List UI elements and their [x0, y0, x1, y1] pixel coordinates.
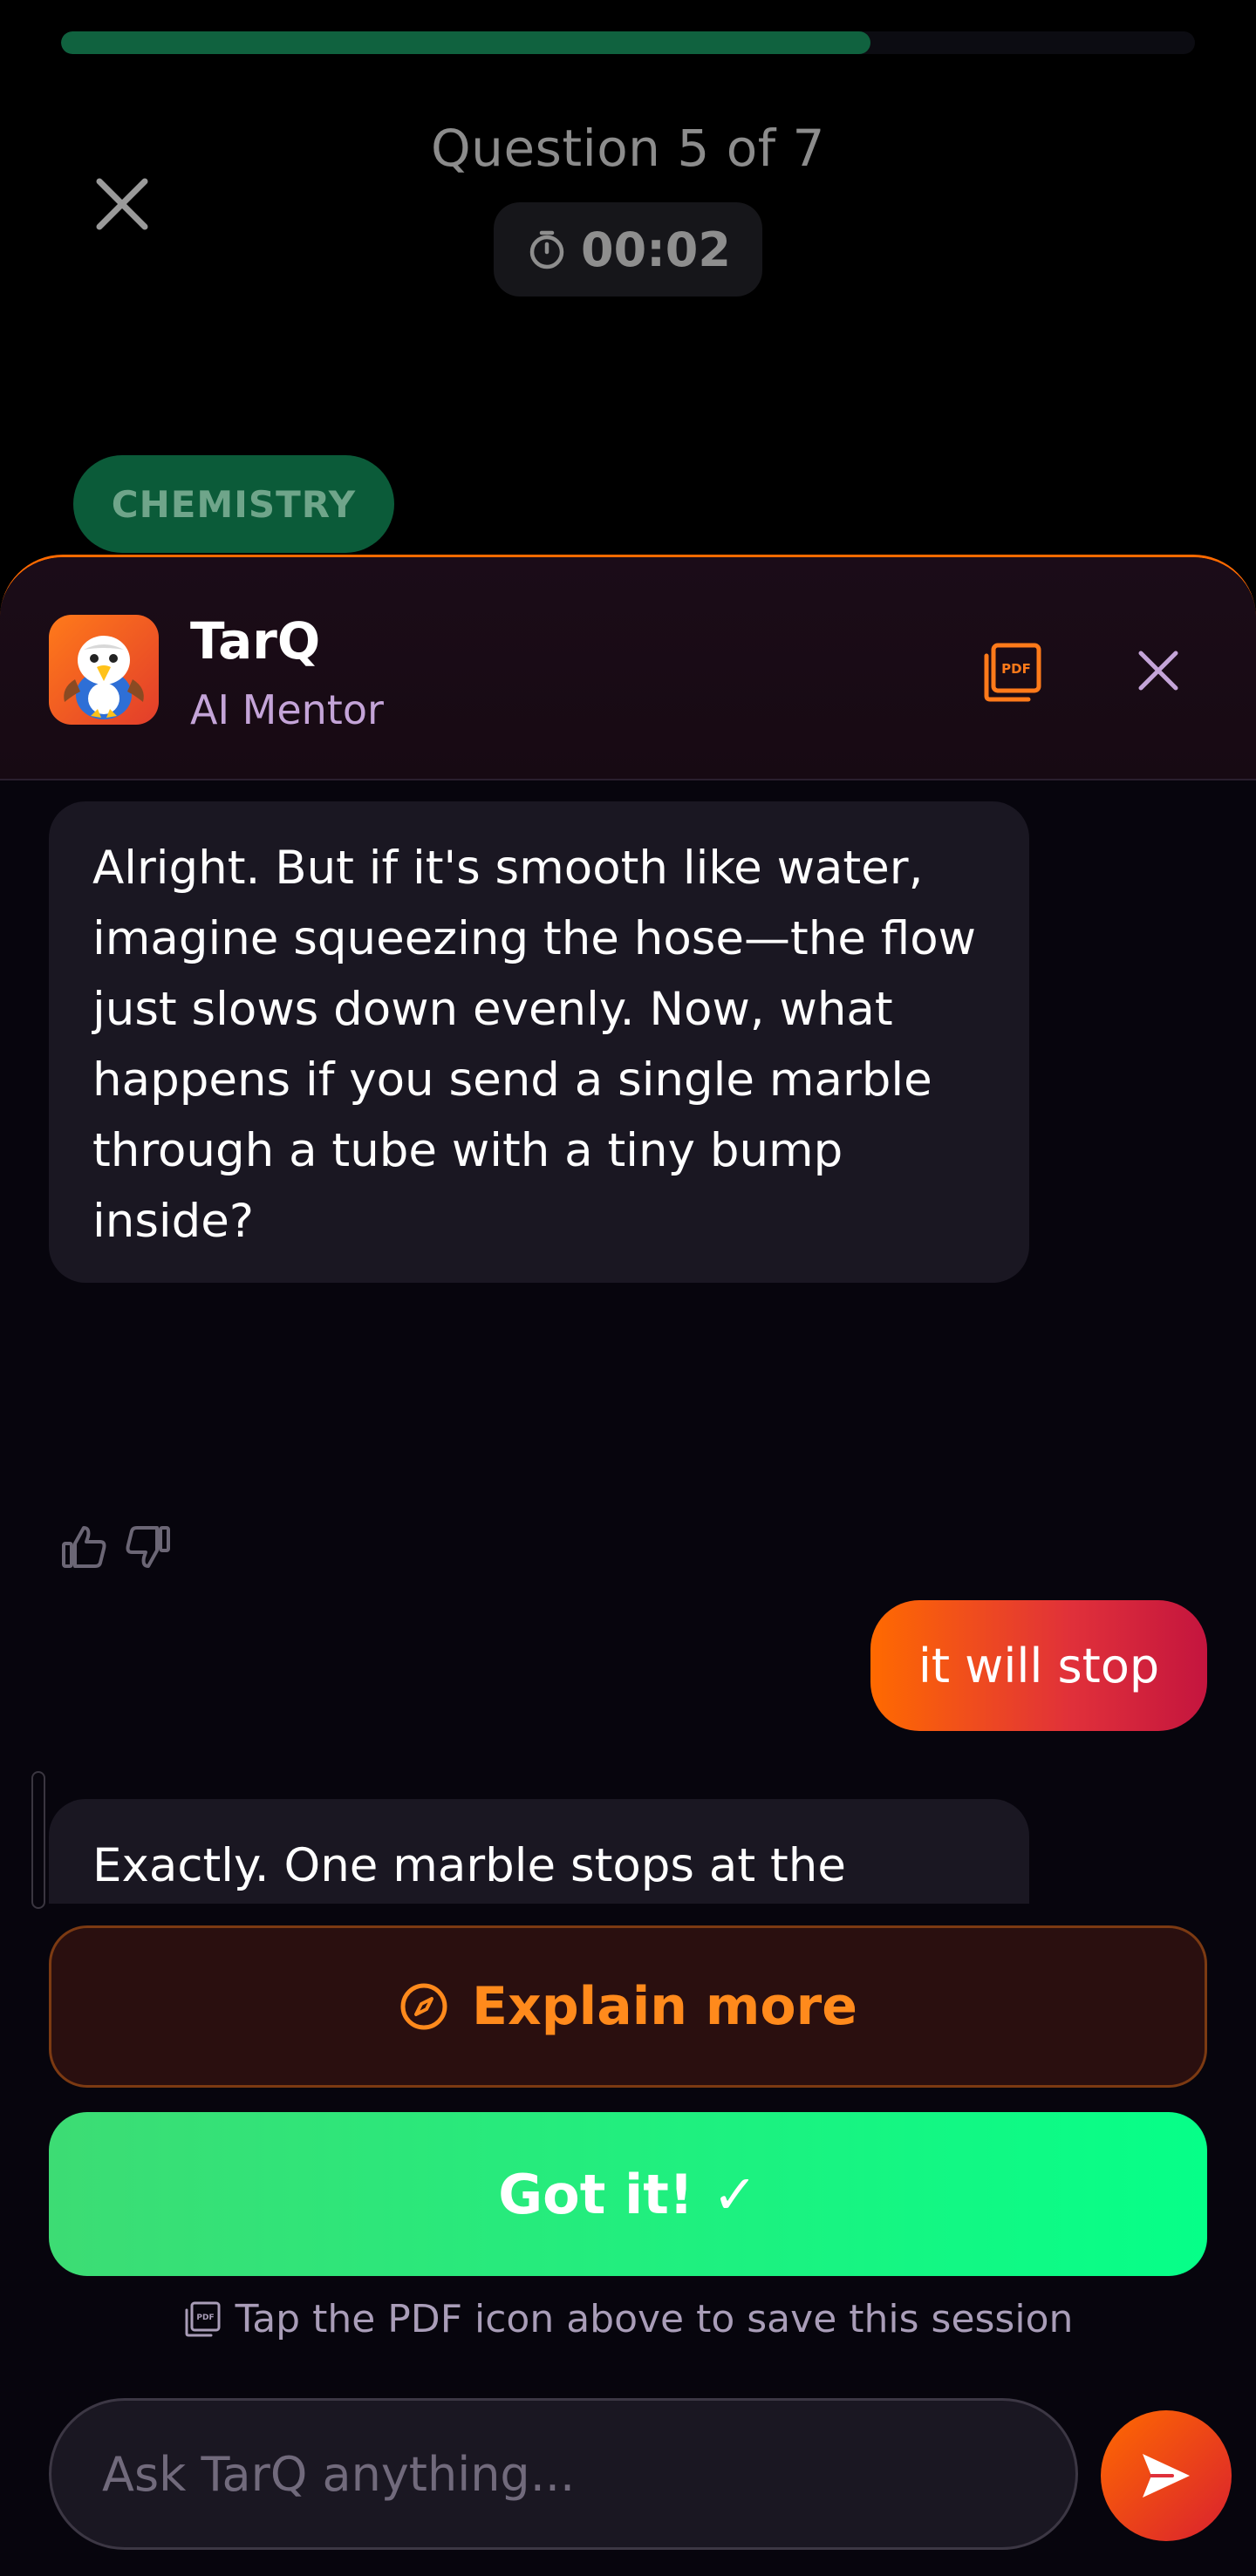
eagle-mascot-icon [64, 636, 144, 719]
compass-icon [400, 1983, 447, 2030]
thumbs-up-button[interactable] [59, 1522, 110, 1572]
quiz-screen: Question 5 of 7 00:02 CHEMISTRY TarQ AI … [0, 0, 1256, 2576]
quiz-progress-fill [61, 31, 871, 54]
user-message: it will stop [870, 1600, 1207, 1731]
pdf-icon: PDF [984, 643, 1041, 702]
timer-icon [529, 230, 564, 269]
close-icon [1138, 651, 1178, 691]
chat-scrollbar[interactable] [31, 1771, 45, 1909]
timer-value: 00:02 [581, 221, 731, 277]
close-icon [96, 178, 148, 230]
ai-message: Exactly. One marble stops at the bump. N… [49, 1799, 1029, 1904]
svg-text:PDF: PDF [196, 2314, 214, 2322]
message-list[interactable]: Alright. But if it's smooth like water, … [0, 782, 1256, 1904]
explain-more-button[interactable]: Explain more [49, 1925, 1207, 2088]
send-icon [1143, 2454, 1190, 2498]
chat-close-button[interactable] [1125, 637, 1191, 704]
quiz-progress-bar [61, 31, 1195, 54]
thumbs-down-button[interactable] [122, 1522, 173, 1572]
pdf-icon: PDF [185, 2301, 221, 2336]
mentor-avatar [49, 615, 159, 725]
thumbs-up-icon [62, 1526, 106, 1568]
mentor-name: TarQ [190, 611, 321, 671]
timer-badge: 00:02 [494, 202, 762, 296]
svg-text:PDF: PDF [1001, 661, 1031, 677]
question-counter: Question 5 of 7 [431, 119, 825, 178]
save-pdf-button[interactable]: PDF [977, 637, 1047, 707]
ai-message: Alright. But if it's smooth like water, … [49, 801, 1029, 1283]
pdf-hint: PDF Tap the PDF icon above to save this … [0, 2297, 1256, 2341]
send-button[interactable] [1101, 2410, 1232, 2541]
chat-header: TarQ AI Mentor PDF [0, 557, 1256, 780]
subject-badge: CHEMISTRY [73, 455, 394, 553]
ask-input[interactable] [49, 2398, 1078, 2550]
pdf-hint-text: Tap the PDF icon above to save this sess… [235, 2297, 1074, 2341]
thumbs-down-icon [126, 1526, 170, 1568]
message-feedback [59, 1522, 173, 1572]
got-it-button[interactable]: Got it! ✓ [49, 2112, 1207, 2276]
mentor-role: AI Mentor [190, 686, 384, 733]
explain-more-label: Explain more [472, 1976, 857, 2037]
